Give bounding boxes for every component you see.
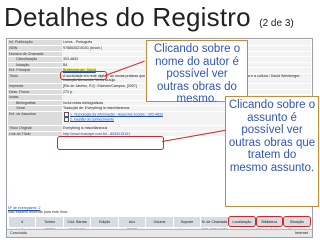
subject-square-icon [64,117,69,123]
browser-status-bar: Concluído Internet [7,229,312,237]
copies-column-header[interactable]: # [7,215,37,228]
author-callout: Clicando sobre o nome do autor é possíve… [146,40,248,105]
author-highlight-box [60,71,107,80]
record-value: 273 p. [63,89,73,94]
record-value: Tradução de: Everything is miscellaneous [63,106,130,111]
copies-column-header[interactable]: N. de Chamada [200,215,229,228]
record-value: Inclui notas bibliográficas [63,100,104,105]
copies-column-header[interactable]: Tombo [35,215,64,228]
record-value: Everything is miscellaneous [63,126,108,131]
record-value: Livros - Português [63,40,93,44]
copies-column-header[interactable]: Localização [227,215,257,228]
record-value: 303.4833 [63,57,78,62]
record-value: [Rio de Janeiro, RJ] : Elsevier/Campus, … [63,84,137,89]
zone-text: Internet [295,231,308,235]
copies-column-header[interactable]: Ano [117,215,147,228]
copies-column-header[interactable]: Cód. Barras [62,215,92,228]
record-value: B4 [63,62,68,67]
subject-highlight-box [57,136,164,150]
copies-column-header[interactable]: Biblioteca [255,215,284,228]
subject-text[interactable]: 1. Tecnologia da informação - Aspectos s… [70,112,163,116]
slide-title: Detalhes do Registro (2 de 3) [4,2,316,32]
reservations-caption: Não existem reservas para este título [8,210,68,215]
copies-column-header[interactable]: Volume [145,215,174,228]
status-text: Concluído [10,231,28,235]
subject-callout: Clicando sobre o assunto é possível ver … [225,96,319,207]
subject-text[interactable]: 2. Gestão do conhecimento [70,117,114,121]
copies-column-header[interactable]: Suporte [172,215,202,228]
slide-title-main: Detalhes do Registro [4,2,251,32]
record-value: 9788535215151 (broch.) [63,46,103,51]
slide-title-subtitle: (2 de 3) [259,18,294,29]
record-label: Título [8,73,62,85]
record-label: Ent. de Assuntos [8,111,62,127]
copies-column-header[interactable]: Situação [282,215,312,228]
copies-column-header[interactable]: Edição [90,215,119,228]
record-label: Link do Título [8,131,62,138]
